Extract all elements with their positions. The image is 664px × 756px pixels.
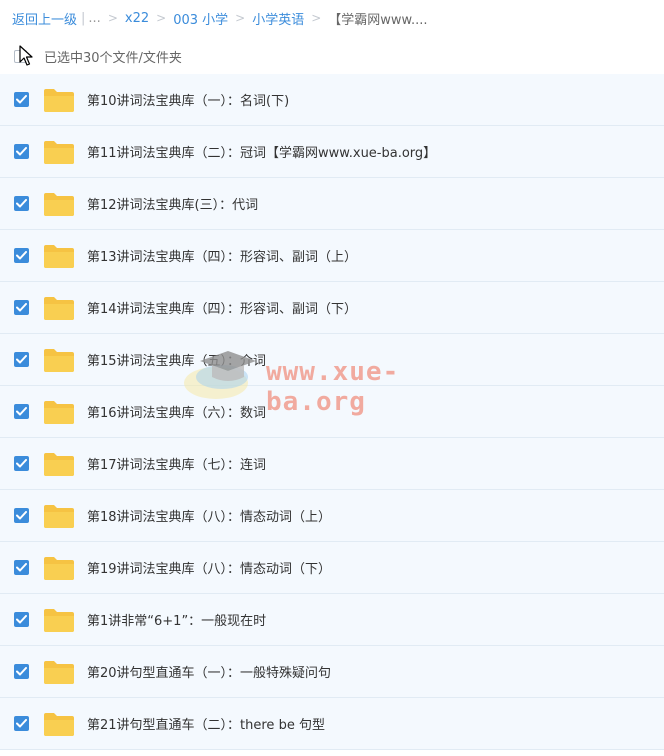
file-row[interactable]: 第20讲句型直通车（一）：一般特殊疑问句 <box>0 646 664 698</box>
checkmark-icon <box>16 563 27 572</box>
row-checkbox[interactable] <box>14 560 29 575</box>
row-checkbox[interactable] <box>14 404 29 419</box>
checkmark-icon <box>16 459 27 468</box>
folder-icon <box>43 399 75 425</box>
checkmark-icon <box>16 615 27 624</box>
folder-icon <box>43 191 75 217</box>
file-row[interactable]: 第12讲词法宝典库(三）：代词 <box>0 178 664 230</box>
folder-icon <box>43 555 75 581</box>
file-name[interactable]: 第10讲词法宝典库（一）：名词(下) <box>87 90 289 109</box>
file-name[interactable]: 第14讲词法宝典库（四）：形容词、副词（下） <box>87 298 357 317</box>
folder-icon <box>43 607 75 633</box>
checkmark-icon <box>16 355 27 364</box>
checkmark-icon <box>16 251 27 260</box>
breadcrumb-item-003[interactable]: 003 小学 <box>173 9 228 28</box>
row-checkbox[interactable] <box>14 456 29 471</box>
folder-icon <box>43 87 75 113</box>
breadcrumb-item-english[interactable]: 小学英语 <box>252 9 304 28</box>
breadcrumb-chevron-icon: > <box>311 11 322 25</box>
row-checkbox[interactable] <box>14 144 29 159</box>
folder-icon <box>43 139 75 165</box>
row-checkbox[interactable] <box>14 196 29 211</box>
file-list: 第10讲词法宝典库（一）：名词(下) 第11讲词法宝典库（二）：冠词【学霸网www… <box>0 74 664 750</box>
folder-icon <box>43 711 75 737</box>
breadcrumb-chevron-icon: > <box>107 11 118 25</box>
checkmark-icon <box>16 407 27 416</box>
breadcrumb-current: 【学霸网www.... <box>328 12 428 28</box>
file-row[interactable]: 第14讲词法宝典库（四）：形容词、副词（下） <box>0 282 664 334</box>
file-row[interactable]: 第21讲句型直通车（二）：there be 句型 <box>0 698 664 750</box>
row-checkbox[interactable] <box>14 352 29 367</box>
checkmark-icon <box>16 199 27 208</box>
checkmark-icon <box>16 511 27 520</box>
file-name[interactable]: 第1讲非常“6+1”：一般现在时 <box>87 610 266 629</box>
file-row[interactable]: 第1讲非常“6+1”：一般现在时 <box>0 594 664 646</box>
row-checkbox[interactable] <box>14 612 29 627</box>
mouse-cursor-icon <box>19 45 33 66</box>
folder-icon <box>43 451 75 477</box>
file-row[interactable]: 第19讲词法宝典库（八）：情态动词（下） <box>0 542 664 594</box>
file-name[interactable]: 第15讲词法宝典库（五）：介词 <box>87 350 266 369</box>
file-name[interactable]: 第18讲词法宝典库（八）：情态动词（上） <box>87 506 331 525</box>
file-name[interactable]: 第20讲句型直通车（一）：一般特殊疑问句 <box>87 662 331 681</box>
file-row[interactable]: 第18讲词法宝典库（八）：情态动词（上） <box>0 490 664 542</box>
folder-icon <box>43 243 75 269</box>
file-name[interactable]: 第16讲词法宝典库（六）：数词 <box>87 402 266 421</box>
folder-icon <box>43 295 75 321</box>
file-row[interactable]: 第13讲词法宝典库（四）：形容词、副词（上） <box>0 230 664 282</box>
checkmark-icon <box>16 303 27 312</box>
selection-count: 已选中30个文件/文件夹 <box>44 50 182 66</box>
checkmark-icon <box>16 719 27 728</box>
row-checkbox[interactable] <box>14 508 29 523</box>
file-name[interactable]: 第11讲词法宝典库（二）：冠词【学霸网www.xue-ba.org】 <box>87 142 436 161</box>
file-row[interactable]: 第10讲词法宝典库（一）：名词(下) <box>0 74 664 126</box>
back-link[interactable]: 返回上一级 <box>12 9 77 28</box>
file-row[interactable]: 第11讲词法宝典库（二）：冠词【学霸网www.xue-ba.org】 <box>0 126 664 178</box>
breadcrumb-chevron-icon: > <box>156 11 167 25</box>
breadcrumb-ellipsis[interactable]: ... <box>88 11 100 26</box>
row-checkbox[interactable] <box>14 248 29 263</box>
file-name[interactable]: 第17讲词法宝典库（七）：连词 <box>87 454 266 473</box>
row-checkbox[interactable] <box>14 300 29 315</box>
file-row[interactable]: 第16讲词法宝典库（六）：数词 <box>0 386 664 438</box>
folder-icon <box>43 347 75 373</box>
folder-icon <box>43 659 75 685</box>
breadcrumb: 返回上一级 | ... > x22 > 003 小学 > 小学英语 > 【学霸网… <box>12 8 428 28</box>
file-name[interactable]: 第13讲词法宝典库（四）：形容词、副词（上） <box>87 246 357 265</box>
file-name[interactable]: 第12讲词法宝典库(三）：代词 <box>87 194 258 213</box>
checkmark-icon <box>16 95 27 104</box>
file-name[interactable]: 第19讲词法宝典库（八）：情态动词（下） <box>87 558 331 577</box>
selection-bar: 已选中30个文件/文件夹 <box>0 42 664 70</box>
file-name[interactable]: 第21讲句型直通车（二）：there be 句型 <box>87 714 325 733</box>
file-row[interactable]: 第15讲词法宝典库（五）：介词 <box>0 334 664 386</box>
file-row[interactable]: 第17讲词法宝典库（七）：连词 <box>0 438 664 490</box>
breadcrumb-item-x22[interactable]: x22 <box>125 11 149 26</box>
row-checkbox[interactable] <box>14 92 29 107</box>
checkmark-icon <box>16 667 27 676</box>
row-checkbox[interactable] <box>14 664 29 679</box>
folder-icon <box>43 503 75 529</box>
checkmark-icon <box>16 147 27 156</box>
breadcrumb-divider: | <box>81 10 86 26</box>
breadcrumb-chevron-icon: > <box>235 11 246 25</box>
row-checkbox[interactable] <box>14 716 29 731</box>
